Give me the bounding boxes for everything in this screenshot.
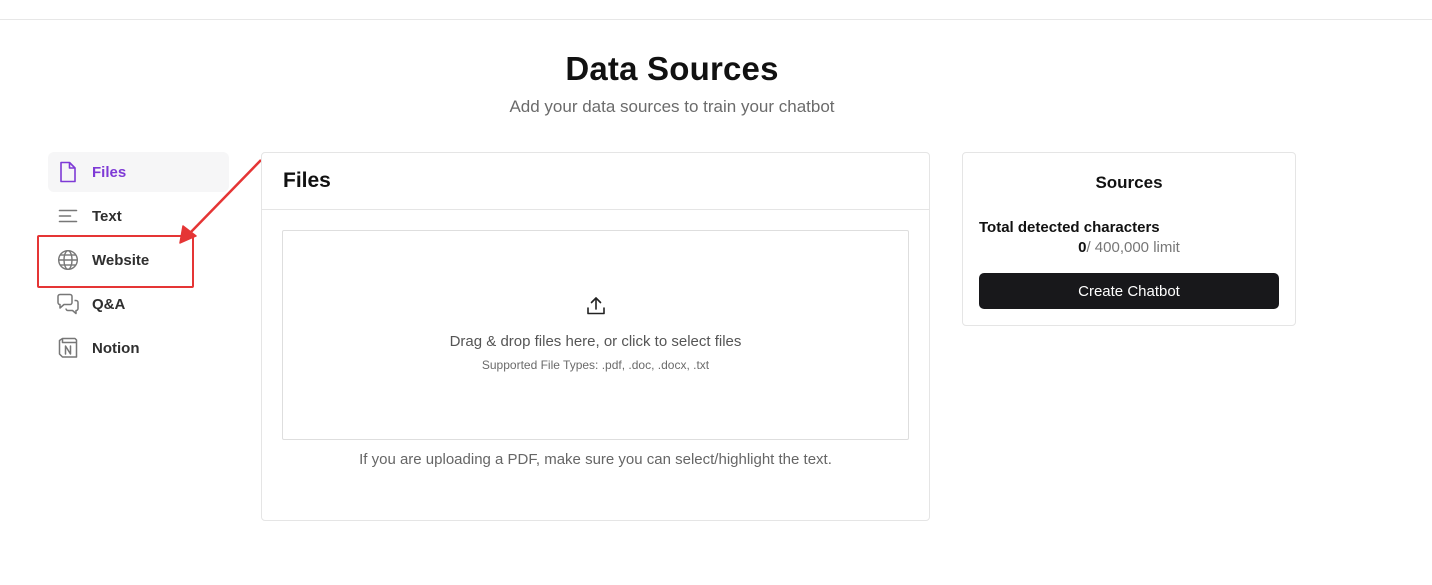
sources-panel: Sources Total detected characters 0/ 400… [962,152,1296,326]
top-divider [0,19,1432,20]
sidebar-item-notion[interactable]: Notion [48,328,229,368]
notion-icon [56,336,80,360]
dropzone-text: Drag & drop files here, or click to sele… [449,333,742,350]
sources-title: Sources [1095,173,1163,192]
sidebar-item-text[interactable]: Text [48,196,229,236]
upload-icon [585,295,607,317]
character-limit: / 400,000 limit [1086,239,1180,256]
create-chatbot-button[interactable]: Create Chatbot [979,273,1279,309]
files-panel: Files Drag & drop files here, or click t… [261,152,930,521]
sidebar-item-label: Notion [92,339,140,357]
sidebar-item-label: Text [92,207,122,225]
file-dropzone[interactable]: Drag & drop files here, or click to sele… [282,230,909,440]
pdf-note: If you are uploading a PDF, make sure yo… [359,451,832,468]
sidebar-item-label: Files [92,163,127,181]
sidebar-item-qa[interactable]: Q&A [48,284,229,324]
character-count: 0/ 400,000 limit [963,239,1295,256]
page-title: Data Sources [565,50,779,87]
files-panel-header: Files [262,153,929,210]
annotation-highlight-box [37,235,194,288]
chat-bubbles-icon [56,292,80,316]
sidebar-item-label: Q&A [92,295,126,313]
file-icon [56,160,80,184]
text-lines-icon [56,204,80,228]
supported-file-types: Supported File Types: .pdf, .doc, .docx,… [481,358,710,372]
page-subtitle: Add your data sources to train your chat… [509,97,835,116]
files-panel-title: Files [283,169,331,192]
sidebar-item-files[interactable]: Files [48,152,229,192]
total-characters-label: Total detected characters [979,219,1160,236]
